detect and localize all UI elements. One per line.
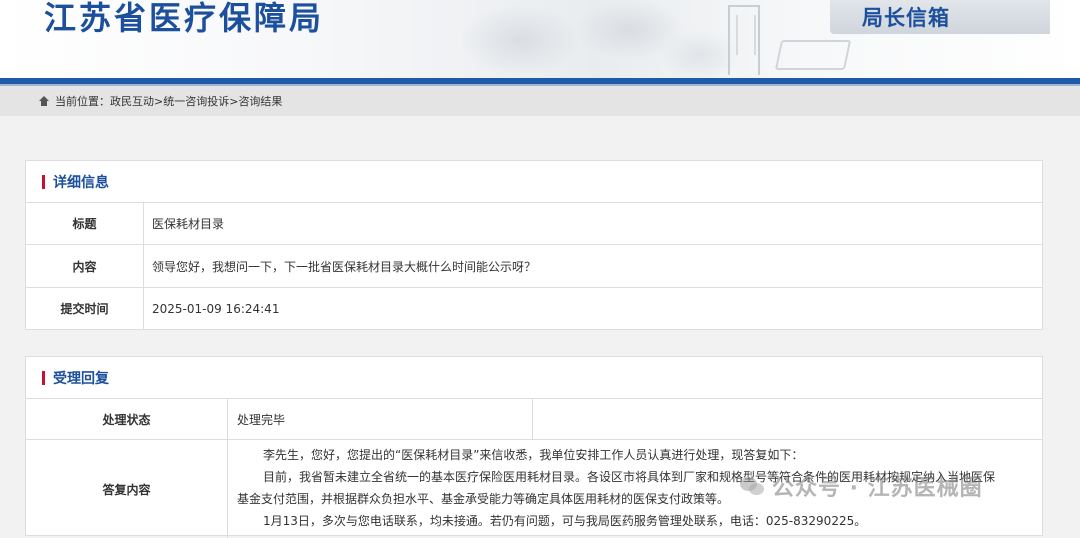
detail-row-content: 内容 领导您好，我想问一下，下一批省医保耗材目录大概什么时间能公示呀？: [26, 245, 1042, 288]
reply-panel: 受理回复 处理状态 处理完毕 答复内容 李先生，您好，您提出的“医保耗材目录”来…: [25, 356, 1043, 538]
detail-label: 提交时间: [26, 288, 144, 329]
site-header: 江苏省医疗保障局 局长信箱: [0, 0, 1080, 80]
section-marker: [42, 174, 45, 189]
reply-label: 处理状态: [26, 399, 228, 439]
breadcrumb: 当前位置： 政民互动 > 统一咨询投诉 > 咨询结果: [0, 86, 1080, 116]
reply-label: 答复内容: [26, 440, 228, 538]
reply-paragraph: 李先生，您好，您提出的“医保耗材目录”来信收悉，我单位安排工作人员认真进行处理，…: [263, 448, 804, 462]
breadcrumb-link-interaction[interactable]: 政民互动: [110, 93, 154, 109]
breadcrumb-separator: >: [229, 94, 239, 108]
breadcrumb-prefix: 当前位置：: [55, 95, 110, 108]
detail-row-time: 提交时间 2025-01-09 16:24:41: [26, 288, 1042, 329]
watermark: 公众号 · 江苏医械圈: [740, 470, 983, 502]
section-marker: [42, 370, 45, 385]
reply-status-empty-cell: [532, 399, 1042, 439]
breadcrumb-separator: >: [154, 94, 164, 108]
breadcrumb-link-consult[interactable]: 统一咨询投诉: [163, 93, 229, 109]
reply-row-status: 处理状态 处理完毕: [26, 399, 1042, 440]
detail-label: 内容: [26, 245, 144, 287]
header-building-graphic: [728, 5, 760, 75]
detail-label: 标题: [26, 203, 144, 244]
detail-panel: 详细信息 标题 医保耗材目录 内容 领导您好，我想问一下，下一批省医保耗材目录大…: [25, 160, 1043, 330]
header-flower-graphic: [430, 0, 760, 80]
reply-panel-header: 受理回复: [26, 357, 1042, 399]
site-title: 江苏省医疗保障局: [44, 0, 325, 37]
header-laptop-graphic: [774, 40, 852, 70]
reply-panel-title: 受理回复: [53, 370, 109, 387]
detail-value: 领导您好，我想问一下，下一批省医保耗材目录大概什么时间能公示呀？: [152, 259, 537, 274]
reply-status-value: 处理完毕: [237, 412, 286, 427]
detail-row-title: 标题 医保耗材目录: [26, 203, 1042, 245]
detail-value: 医保耗材目录: [152, 217, 225, 231]
detail-value: 2025-01-09 16:24:41: [152, 301, 280, 316]
mailbox-label: 局长信箱: [862, 6, 950, 30]
watermark-text: 公众号 · 江苏医械圈: [772, 476, 983, 501]
home-icon: [38, 95, 50, 107]
breadcrumb-current: 咨询结果: [238, 95, 283, 108]
detail-panel-header: 详细信息: [26, 161, 1042, 203]
detail-panel-title: 详细信息: [53, 174, 109, 191]
wechat-icon: [740, 475, 766, 497]
